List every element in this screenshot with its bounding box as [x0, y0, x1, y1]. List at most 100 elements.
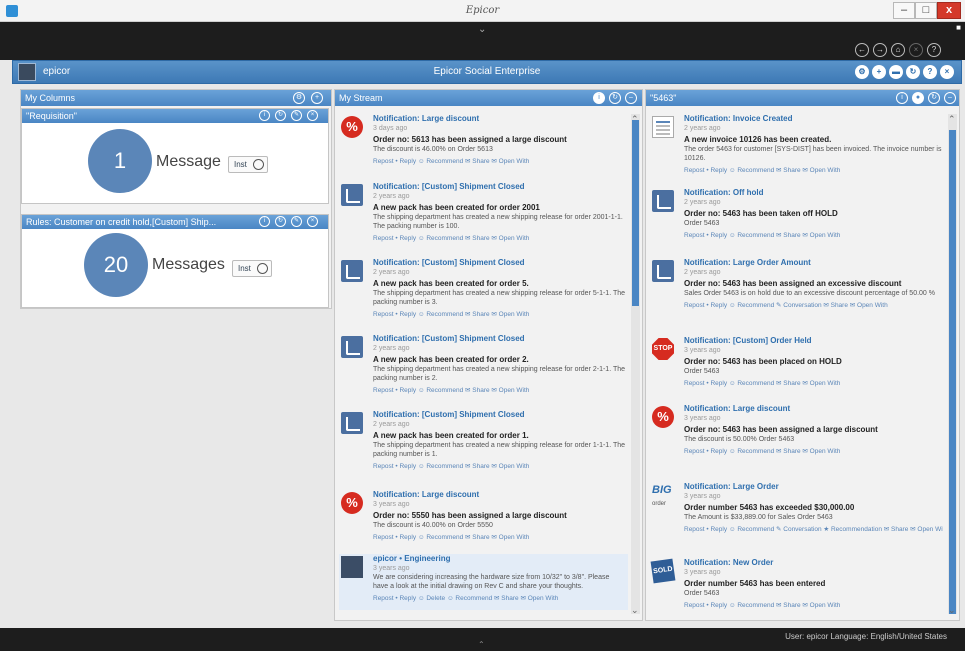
- info-icon[interactable]: i: [259, 216, 270, 227]
- plus-icon[interactable]: +: [872, 65, 886, 79]
- maximize-button[interactable]: □: [915, 2, 937, 19]
- stream-item[interactable]: Notification: Invoice Created 2 years ago…: [650, 114, 945, 184]
- forward-icon[interactable]: →: [873, 43, 887, 57]
- refresh-icon[interactable]: ↻: [275, 110, 286, 121]
- item-actions[interactable]: Repost • Reply ☺ Recommend ✉ Share ✉ Ope…: [373, 234, 626, 242]
- install-button[interactable]: Inst: [228, 156, 268, 173]
- status-bar: ⌃ User: epicor Language: English/United …: [0, 628, 965, 651]
- close-icon[interactable]: ×: [307, 110, 318, 121]
- chat-icon[interactable]: ▬: [889, 65, 903, 79]
- stream-item[interactable]: epicor • Engineering 3 years ago We are co…: [339, 554, 628, 610]
- close-window-button[interactable]: x: [937, 2, 961, 19]
- message-count[interactable]: 1: [88, 129, 152, 193]
- item-title[interactable]: Notification: [Custom] Order Held: [684, 336, 943, 345]
- stream-item[interactable]: Notification: [Custom] Shipment Closed 2 …: [339, 410, 628, 480]
- chevron-up-icon[interactable]: ⌃: [478, 640, 485, 649]
- refresh-icon[interactable]: ↻: [928, 92, 940, 104]
- stream-item[interactable]: Notification: Off hold 2 years ago Order n…: [650, 188, 945, 258]
- home-icon[interactable]: ⌂: [891, 43, 905, 57]
- filter-icon[interactable]: ●: [912, 92, 924, 104]
- item-title[interactable]: Notification: Large discount: [373, 114, 626, 123]
- close-icon[interactable]: ×: [909, 43, 923, 57]
- item-actions[interactable]: Repost • Reply ☺ Recommend ✉ Share ✉ Ope…: [684, 379, 943, 387]
- order-scrollbar[interactable]: [948, 114, 957, 614]
- gear-icon[interactable]: ⚙: [855, 65, 869, 79]
- item-actions[interactable]: Repost • Reply ☺ Recommend ✉ Share ✉ Ope…: [684, 447, 943, 455]
- stream-item[interactable]: Notification: [Custom] Shipment Closed 2 …: [339, 334, 628, 404]
- close-icon[interactable]: ×: [940, 65, 954, 79]
- stream-item[interactable]: Notification: Large Order Amount 2 years …: [650, 258, 945, 328]
- item-actions[interactable]: Repost • Reply ☺ Recommend ✉ Share ✉ Ope…: [373, 310, 626, 318]
- stream-item[interactable]: STOP Notification: [Custom] Order Held 3 y…: [650, 336, 945, 406]
- item-actions[interactable]: Repost • Reply ☺ Recommend ✉ Share ✉ Ope…: [373, 157, 626, 165]
- item-title[interactable]: Notification: Large Order: [684, 482, 943, 491]
- item-title[interactable]: Notification: Large discount: [373, 490, 626, 499]
- rss-icon: [652, 190, 674, 212]
- scroll-down-icon[interactable]: ⌄: [631, 605, 639, 616]
- chevron-down-icon[interactable]: ⌄: [478, 24, 486, 35]
- card-header: "Requisition" i ↻ ✎ ×: [22, 109, 328, 123]
- minimize-button[interactable]: –: [893, 2, 915, 19]
- item-actions[interactable]: Repost • Reply ☺ Recommend ✉ Share ✉ Ope…: [373, 386, 626, 394]
- stream-item[interactable]: % Notification: Large discount 3 days ago O…: [339, 114, 628, 184]
- stream-item[interactable]: SOLD Notification: New Order 3 years ago Or…: [650, 558, 945, 628]
- stream-item[interactable]: % Notification: Large discount 3 years ago…: [650, 404, 945, 474]
- item-title[interactable]: Notification: [Custom] Shipment Closed: [373, 182, 626, 191]
- item-time: 3 days ago: [373, 125, 408, 132]
- help-icon[interactable]: ?: [923, 65, 937, 79]
- add-column-icon[interactable]: +: [311, 92, 323, 104]
- info-icon[interactable]: i: [259, 110, 270, 121]
- message-count[interactable]: 20: [84, 233, 148, 297]
- item-title[interactable]: Notification: Invoice Created: [684, 114, 943, 123]
- scroll-up-icon[interactable]: ⌃: [631, 114, 639, 125]
- stream-item[interactable]: Notification: [Custom] Shipment Closed 2 …: [339, 182, 628, 252]
- item-body: Notification: New Order 3 years ago Order …: [684, 558, 943, 609]
- person-icon: [341, 556, 363, 578]
- item-actions[interactable]: Repost • Reply ☺ Recommend ✉ Share ✉ Ope…: [373, 462, 626, 470]
- item-actions[interactable]: Repost • Reply ☺ Recommend ✉ Share ✉ Ope…: [684, 601, 943, 609]
- scroll-down-icon[interactable]: ⌄: [948, 605, 956, 616]
- scroll-up-icon[interactable]: ⌃: [948, 114, 956, 125]
- item-actions[interactable]: Repost • Reply ☺ Recommend ✉ Share ✉ Ope…: [684, 231, 943, 239]
- item-title[interactable]: Notification: Off hold: [684, 188, 943, 197]
- stream-item[interactable]: BIG order Notification: Large Order 3 years…: [650, 482, 945, 552]
- refresh-icon[interactable]: ↻: [906, 65, 920, 79]
- item-headline: A new pack has been created for order 2.: [373, 355, 529, 364]
- stream-item[interactable]: Notification: [Custom] Shipment Closed 2 …: [339, 258, 628, 328]
- card-title: "Requisition": [26, 111, 77, 121]
- item-title[interactable]: Notification: Large Order Amount: [684, 258, 943, 267]
- item-actions[interactable]: Repost • Reply ☺ Recommend ✎ Conversatio…: [684, 525, 943, 533]
- refresh-icon[interactable]: ↻: [609, 92, 621, 104]
- order-column-title: "5463": [650, 93, 677, 103]
- item-actions[interactable]: Repost • Reply ☺ Recommend ✉ Share ✉ Ope…: [373, 533, 626, 541]
- stream-item[interactable]: % Notification: Large discount 3 years ago…: [339, 490, 628, 560]
- discount-icon: %: [652, 406, 674, 428]
- item-actions[interactable]: Repost • Reply ☺ Delete ☺ Recommend ✉ Sh…: [373, 594, 626, 602]
- item-actions[interactable]: Repost • Reply ☺ Recommend ✉ Share ✉ Ope…: [684, 166, 943, 174]
- collapse-icon[interactable]: –: [944, 92, 956, 104]
- scroll-thumb[interactable]: [632, 120, 639, 306]
- back-icon[interactable]: ←: [855, 43, 869, 57]
- collapse-icon[interactable]: –: [625, 92, 637, 104]
- help-icon[interactable]: ?: [927, 43, 941, 57]
- item-actions[interactable]: Repost • Reply ☺ Recommend ✎ Conversatio…: [684, 301, 943, 309]
- item-title[interactable]: Notification: [Custom] Shipment Closed: [373, 410, 626, 419]
- item-title[interactable]: Notification: [Custom] Shipment Closed: [373, 258, 626, 267]
- item-headline: Order no: 5463 has been placed on HOLD: [684, 357, 842, 366]
- edit-icon[interactable]: ✎: [291, 216, 302, 227]
- install-button[interactable]: Inst: [232, 260, 272, 277]
- pin-icon[interactable]: ■: [956, 23, 961, 32]
- close-icon[interactable]: ×: [307, 216, 318, 227]
- info-icon[interactable]: i: [896, 92, 908, 104]
- item-title[interactable]: epicor • Engineering: [373, 554, 626, 563]
- item-title[interactable]: Notification: [Custom] Shipment Closed: [373, 334, 626, 343]
- scroll-thumb[interactable]: [949, 130, 956, 614]
- info-icon[interactable]: i: [593, 92, 605, 104]
- item-title[interactable]: Notification: Large discount: [684, 404, 943, 413]
- item-title[interactable]: Notification: New Order: [684, 558, 943, 567]
- refresh-icon[interactable]: ↻: [275, 216, 286, 227]
- stream-scrollbar[interactable]: [631, 114, 640, 614]
- edit-icon[interactable]: ✎: [291, 110, 302, 121]
- item-headline: Order no: 5613 has been assigned a large…: [373, 135, 567, 144]
- settings-icon[interactable]: ⚙: [293, 92, 305, 104]
